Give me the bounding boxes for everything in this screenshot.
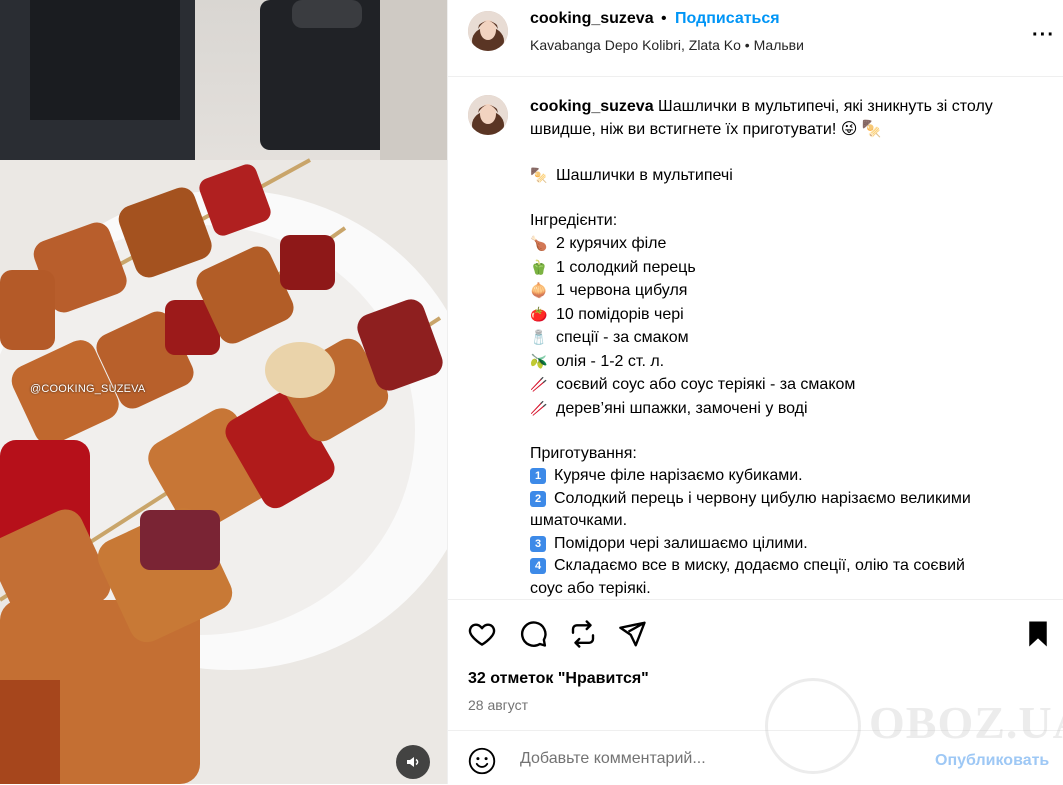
follow-button[interactable]: Подписаться [675, 10, 780, 28]
header-username[interactable]: cooking_suzeva [530, 10, 654, 28]
ingredient-item: 🧅 1 червона цибуля [530, 282, 688, 299]
ingredient-item: 🥢 дерев’яні шпажки, замочені у воді [530, 399, 808, 417]
comment-input[interactable] [518, 749, 902, 769]
caption-subtitle: Шашлички в мультипечі [556, 166, 733, 184]
share-icon[interactable] [617, 619, 647, 649]
caption-username[interactable]: cooking_suzeva [530, 98, 654, 115]
caption-avatar[interactable] [468, 95, 508, 135]
avatar[interactable] [468, 11, 508, 51]
repost-icon[interactable] [568, 619, 598, 649]
more-options-icon[interactable]: ··· [1032, 24, 1055, 47]
caption-intro-line2: швидше, ніж ви встигнете їх приготувати!… [530, 120, 882, 138]
ingredient-item: 🍅 10 помідорів чері [530, 305, 684, 323]
header-separator: • [661, 10, 667, 27]
speaker-icon [407, 757, 419, 767]
post-side-panel: cooking_suzeva • Подписаться Kavabanga D… [447, 0, 1063, 784]
ingredient-item: 🫑 1 солодкий перець [530, 258, 696, 276]
step-item: 3 Помідори чері залишаємо цілими. [530, 533, 1035, 556]
comment-icon[interactable] [518, 619, 548, 649]
caption-scroll-area[interactable]: cooking_suzeva Шашлички в мультипечі, як… [448, 77, 1063, 599]
ingredient-item: 🍗 2 курячих філе [530, 235, 667, 252]
ingredient-item: 🫒 олія - 1-2 ст. л. [530, 352, 665, 370]
post-caption: cooking_suzeva Шашлички в мультипечі, як… [530, 96, 1035, 599]
ingredient-item: 🥢 соєвий соус або соус теріякі - за смако… [530, 376, 856, 393]
comment-bar: Опубликовать [448, 730, 1063, 785]
ingredients-title: Інгредієнти: [530, 211, 618, 229]
emoji-picker-icon[interactable] [468, 747, 496, 775]
step-item: 1 Куряче філе нарізаємо кубиками. [530, 465, 1035, 488]
post-actions: 32 отметок "Нравится" 28 август [448, 599, 1063, 730]
step-item-continued: соус або теріякі. [530, 579, 651, 597]
photo-watermark: @COOKING_SUZEVA [30, 383, 146, 395]
ingredient-item: 🧂 спеції - за смаком [530, 329, 689, 346]
likes-count[interactable]: 32 отметок "Нравится" [468, 670, 649, 688]
post-date[interactable]: 28 август [468, 697, 528, 713]
step-item: 2 Солодкий перець і червону цибулю наріза… [530, 488, 1035, 511]
steps-title: Приготування: [530, 444, 637, 462]
publish-button[interactable]: Опубликовать [935, 752, 1049, 770]
step-item-continued: шматочками. [530, 512, 628, 529]
skewer-emoji: 🍢 [530, 166, 548, 183]
heart-icon[interactable] [467, 619, 497, 649]
post-media[interactable]: @COOKING_SUZEVA [0, 0, 447, 784]
step-item: 4 Складаємо все в миску, додаємо спеції, … [530, 555, 1035, 578]
location-link[interactable]: Kavabanga Depo Kolibri, Zlata Ko • Мальв… [530, 37, 804, 53]
bookmark-icon[interactable] [1023, 619, 1053, 649]
mute-toggle-button[interactable] [396, 745, 430, 779]
caption-intro-line1: Шашлички в мультипечі, які зникнуть зі с… [653, 98, 993, 115]
post-header: cooking_suzeva • Подписаться Kavabanga D… [448, 0, 1063, 77]
